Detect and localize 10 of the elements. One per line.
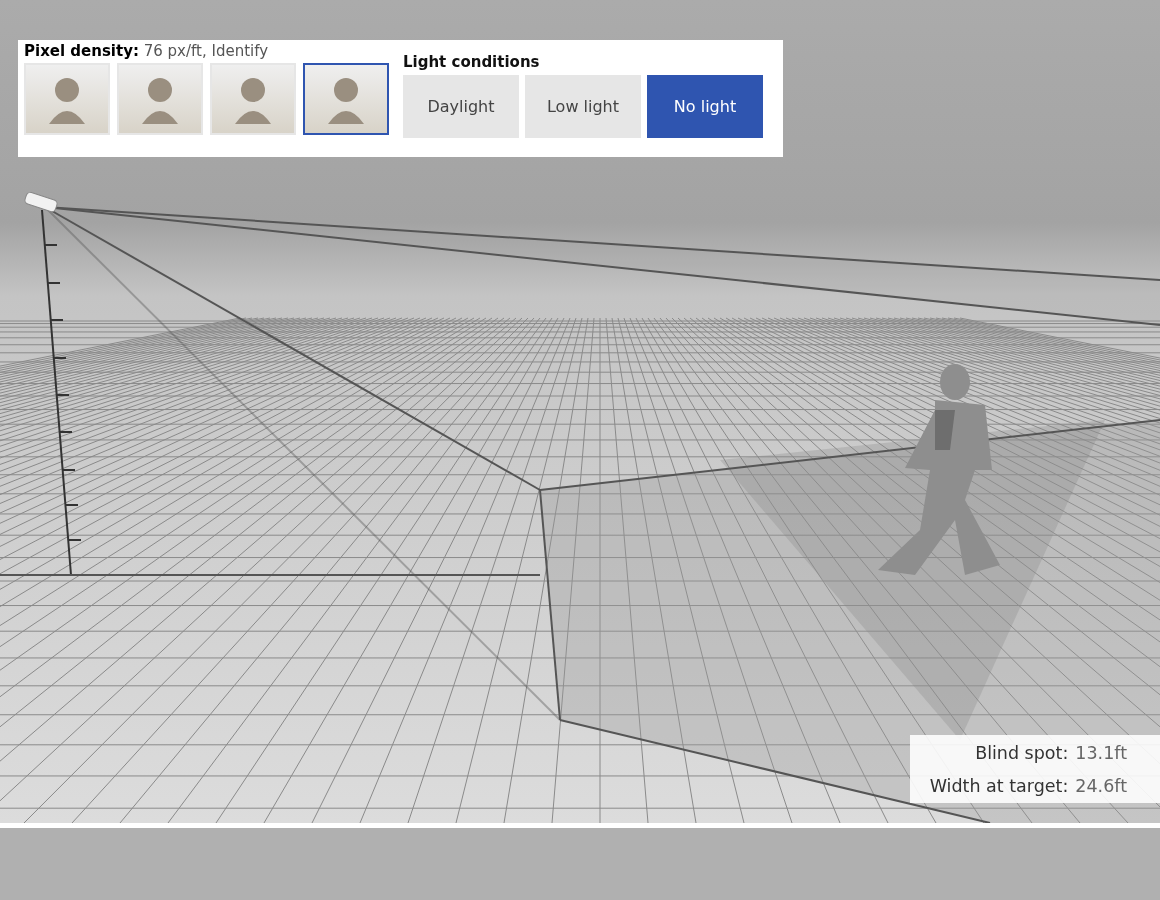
measurement-label: Width at target: xyxy=(929,775,1069,798)
measurement-label: Blind spot: xyxy=(974,742,1069,765)
light-option-button[interactable]: No light xyxy=(647,75,763,138)
light-conditions-label: Light conditions xyxy=(403,53,541,71)
pixel-density-label: Pixel density: 76 px/ft, Identify xyxy=(24,42,270,60)
measurement-value: 13.1ft xyxy=(1075,742,1127,765)
light-option-button[interactable]: Daylight xyxy=(403,75,519,138)
face-thumbnail[interactable] xyxy=(303,63,389,135)
measurement-value: 24.6ft xyxy=(1075,775,1127,798)
light-option-button[interactable]: Low light xyxy=(525,75,641,138)
